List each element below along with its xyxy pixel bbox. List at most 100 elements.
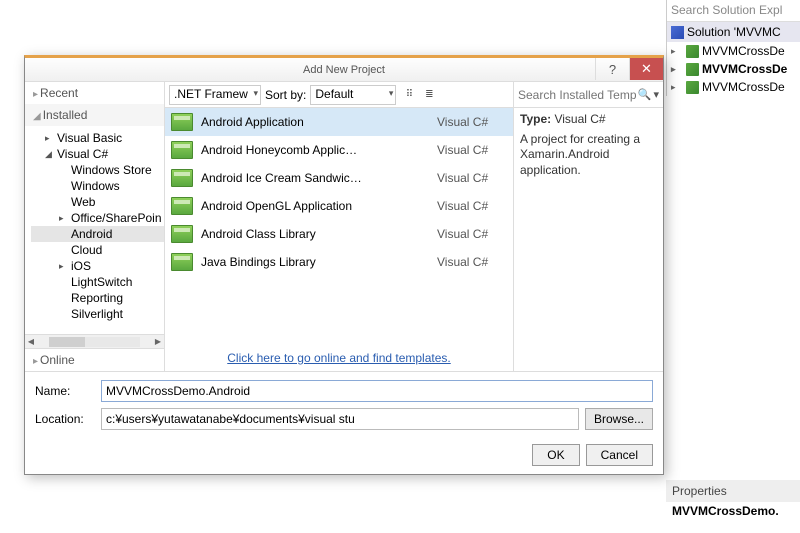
scroll-thumb[interactable] xyxy=(49,337,85,347)
tree-item-windows[interactable]: Windows xyxy=(31,178,164,194)
chevron-right-icon: ▸ xyxy=(671,64,681,75)
caret-icon: ▸ xyxy=(45,133,57,144)
add-new-project-dialog: Add New Project ? ✕ ▸Recent ◢Installed ▸… xyxy=(24,55,664,475)
type-label: Type: xyxy=(520,112,551,126)
template-lang: Visual C# xyxy=(437,199,507,213)
android-project-icon xyxy=(171,253,193,271)
template-name: Android Application xyxy=(201,115,429,129)
template-toolbar: .NET Framew Sort by: Default ⠿ ≣ xyxy=(165,82,513,108)
caret-icon: ◢ xyxy=(45,149,57,160)
tree-label: Windows Store xyxy=(71,163,152,177)
tree-label: iOS xyxy=(71,259,91,273)
tree-label: Cloud xyxy=(71,243,102,257)
ok-button[interactable]: OK xyxy=(532,444,579,466)
horizontal-scrollbar[interactable]: ◀ ▶ xyxy=(25,334,164,348)
category-recent[interactable]: ▸Recent xyxy=(25,82,164,104)
template-row[interactable]: Android Honeycomb Applic… Visual C# xyxy=(165,136,513,164)
solution-label: Solution 'MVVMC xyxy=(687,25,781,39)
template-description: A project for creating a Xamarin.Android… xyxy=(520,132,657,179)
chevron-right-icon: ▸ xyxy=(671,46,681,57)
template-name: Android Class Library xyxy=(201,227,429,241)
template-type: Type: Visual C# xyxy=(520,112,657,128)
tree-item-cloud[interactable]: Cloud xyxy=(31,242,164,258)
tree-item-reporting[interactable]: Reporting xyxy=(31,290,164,306)
category-online[interactable]: ▸Online xyxy=(25,348,164,371)
name-label: Name: xyxy=(35,384,95,398)
template-name: Android OpenGL Application xyxy=(201,199,429,213)
template-name: Android Honeycomb Applic… xyxy=(201,143,429,157)
chevron-right-icon: ▸ xyxy=(31,356,40,367)
template-lang: Visual C# xyxy=(437,255,507,269)
csharp-project-icon xyxy=(686,45,699,58)
solution-explorer-panel: Search Solution Expl Solution 'MVVMC ▸ M… xyxy=(666,0,800,96)
tree-label: Android xyxy=(71,227,112,241)
android-project-icon xyxy=(171,197,193,215)
tree-item-visual-c-[interactable]: ◢Visual C# xyxy=(31,146,164,162)
template-lang: Visual C# xyxy=(437,143,507,157)
cancel-button[interactable]: Cancel xyxy=(586,444,653,466)
tree-item-silverlight[interactable]: Silverlight xyxy=(31,306,164,322)
framework-dropdown[interactable]: .NET Framew xyxy=(169,85,261,105)
category-installed[interactable]: ◢Installed xyxy=(25,104,164,126)
template-row[interactable]: Android Ice Cream Sandwic…Visual C# xyxy=(165,164,513,192)
scroll-left-icon[interactable]: ◀ xyxy=(25,337,37,346)
scroll-right-icon[interactable]: ▶ xyxy=(152,337,164,346)
tree-item-web[interactable]: Web xyxy=(31,194,164,210)
template-lang: Visual C# xyxy=(437,115,507,129)
category-pane: ▸Recent ◢Installed ▸Visual Basic◢Visual … xyxy=(25,82,165,371)
dialog-fields: Name: Location: Browse... xyxy=(25,371,663,444)
type-value: Visual C# xyxy=(554,112,605,126)
android-project-icon xyxy=(171,141,193,159)
project-name-input[interactable] xyxy=(101,380,653,402)
dropdown-icon[interactable]: ▾ xyxy=(653,88,659,101)
tree-label: Reporting xyxy=(71,291,123,305)
scroll-track[interactable] xyxy=(49,337,140,347)
label: Installed xyxy=(43,108,88,122)
tree-label: Visual Basic xyxy=(57,131,122,145)
tree-item-visual-basic[interactable]: ▸Visual Basic xyxy=(31,130,164,146)
view-list-button[interactable]: ≣ xyxy=(420,86,438,104)
help-button[interactable]: ? xyxy=(595,58,629,80)
sortby-dropdown[interactable]: Default xyxy=(310,85,396,105)
tree-label: Office/SharePoin xyxy=(71,211,162,225)
chevron-right-icon: ▸ xyxy=(671,82,681,93)
dialog-title: Add New Project xyxy=(303,64,385,76)
dialog-titlebar: Add New Project ? ✕ xyxy=(25,58,663,82)
properties-selection: MVVMCrossDemo. xyxy=(666,502,800,520)
solution-search-input[interactable]: Search Solution Expl xyxy=(667,0,800,22)
tree-item-android[interactable]: Android xyxy=(31,226,164,242)
android-project-icon xyxy=(171,225,193,243)
solution-icon xyxy=(671,26,684,39)
label: Recent xyxy=(40,86,78,100)
template-row[interactable]: Android OpenGL Application Visual C# xyxy=(165,192,513,220)
template-search[interactable]: 🔍 ▾ xyxy=(514,82,663,108)
online-templates-link[interactable]: Click here to go online and find templat… xyxy=(165,345,513,371)
category-tree: ▸Visual Basic◢Visual C#Windows StoreWind… xyxy=(25,126,164,334)
search-icon: 🔍 xyxy=(638,88,652,101)
solution-item[interactable]: ▸ MVVMCrossDe xyxy=(667,78,800,96)
template-row[interactable]: Android Class Library Visual C# xyxy=(165,220,513,248)
solution-root[interactable]: Solution 'MVVMC xyxy=(667,22,800,42)
chevron-down-icon: ◢ xyxy=(31,111,43,122)
tree-item-lightswitch[interactable]: LightSwitch xyxy=(31,274,164,290)
template-search-input[interactable] xyxy=(518,88,636,102)
project-location-input[interactable] xyxy=(101,408,579,430)
properties-panel: Properties MVVMCrossDemo. xyxy=(666,480,800,520)
android-project-icon xyxy=(171,113,193,131)
caret-icon: ▸ xyxy=(59,261,71,272)
view-small-icons-button[interactable]: ⠿ xyxy=(400,86,418,104)
tree-item-ios[interactable]: ▸iOS xyxy=(31,258,164,274)
tree-item-office-sharepoin[interactable]: ▸Office/SharePoin xyxy=(31,210,164,226)
solution-item[interactable]: ▸ MVVMCrossDe xyxy=(667,42,800,60)
csharp-project-icon xyxy=(686,81,699,94)
project-label: MVVMCrossDe xyxy=(702,62,787,76)
properties-header: Properties xyxy=(666,480,800,502)
tree-item-windows-store[interactable]: Windows Store xyxy=(31,162,164,178)
template-row[interactable]: Android Application Visual C# xyxy=(165,108,513,136)
browse-button[interactable]: Browse... xyxy=(585,408,653,430)
tree-label: Web xyxy=(71,195,95,209)
template-lang: Visual C# xyxy=(437,227,507,241)
solution-item[interactable]: ▸ MVVMCrossDe xyxy=(667,60,800,78)
close-button[interactable]: ✕ xyxy=(629,58,663,80)
template-row[interactable]: Java Bindings LibraryVisual C# xyxy=(165,248,513,276)
